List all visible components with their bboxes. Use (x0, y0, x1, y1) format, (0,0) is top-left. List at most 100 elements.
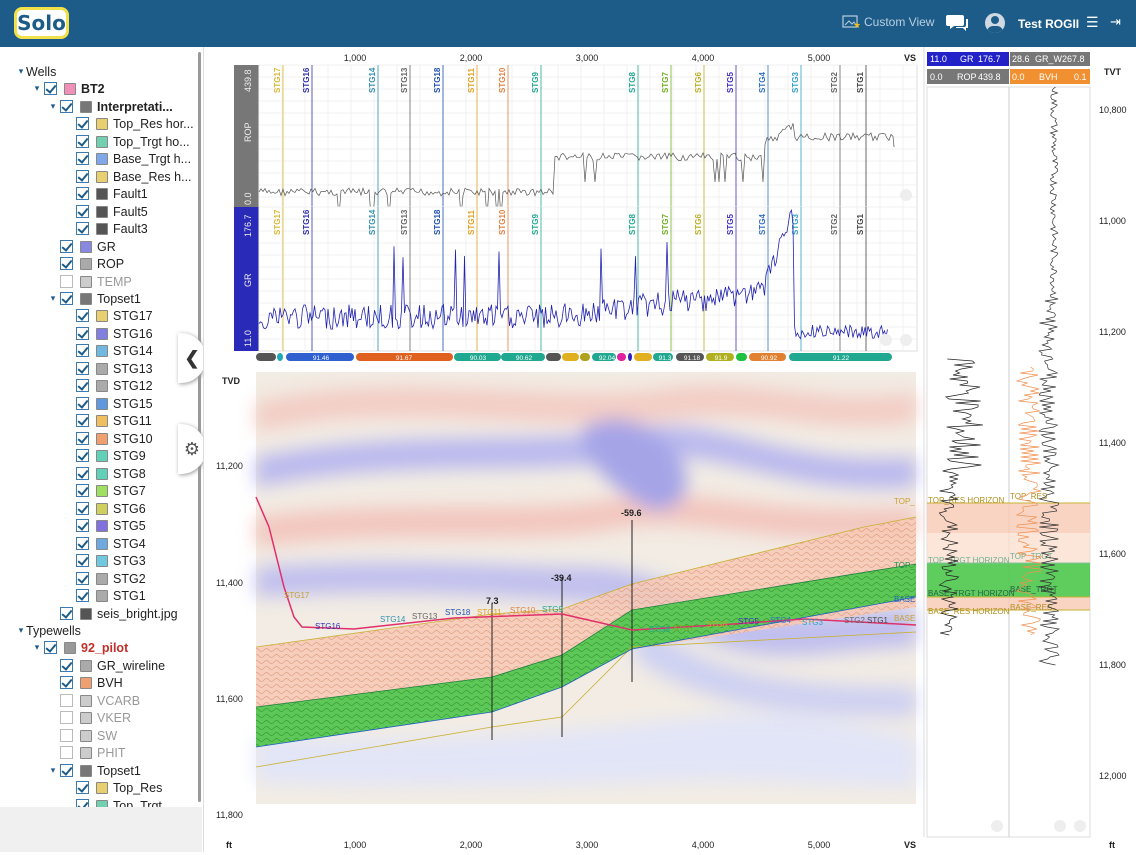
tree-node[interactable]: GR_wireline (48, 657, 165, 674)
dip-segment[interactable] (628, 353, 632, 361)
node-checkbox[interactable] (44, 82, 57, 95)
tree-node[interactable]: TEMP (48, 273, 132, 290)
tree-scrollbar[interactable] (198, 52, 201, 802)
custom-view-button[interactable]: ★ Custom View (842, 15, 934, 29)
node-checkbox[interactable] (76, 379, 89, 392)
tree-node[interactable]: STG8 (64, 465, 146, 482)
gr-zoom-in-button[interactable] (900, 334, 912, 346)
node-checkbox[interactable] (76, 799, 89, 807)
expand-toggle-icon[interactable]: ▾ (48, 101, 58, 112)
tree-node[interactable]: Base_Res h... (64, 168, 192, 185)
solo-logo[interactable]: Solo (14, 7, 69, 39)
node-checkbox[interactable] (76, 467, 89, 480)
expand-toggle-icon[interactable]: ▾ (32, 83, 42, 94)
node-checkbox[interactable] (76, 537, 89, 550)
tree-node[interactable]: STG13 (64, 360, 153, 377)
node-checkbox[interactable] (76, 187, 89, 200)
node-checkbox[interactable] (60, 100, 73, 113)
expand-toggle-icon[interactable]: ▾ (16, 625, 26, 636)
chat-icon[interactable] (946, 13, 970, 33)
expand-toggle-icon[interactable]: ▾ (48, 293, 58, 304)
node-checkbox[interactable] (76, 781, 89, 794)
gr-zoom-out-button[interactable] (880, 334, 892, 346)
node-checkbox[interactable] (76, 327, 89, 340)
tree-node[interactable]: STG1 (64, 587, 146, 604)
tree-node[interactable]: STG15 (64, 395, 153, 412)
node-checkbox[interactable] (76, 449, 89, 462)
node-checkbox[interactable] (60, 607, 73, 620)
node-checkbox[interactable] (76, 117, 89, 130)
tree-node[interactable]: STG7 (64, 482, 146, 499)
geosteering-canvas[interactable]: 1,000 2,000 3,000 4,000 5,000 VS 439.8 ROP 0… (204, 47, 1136, 852)
tree-node[interactable]: ▾ Topset1 (48, 290, 141, 307)
tree-node[interactable]: Fault3 (64, 220, 148, 237)
node-checkbox[interactable] (60, 764, 73, 777)
node-checkbox[interactable] (60, 676, 73, 689)
node-checkbox[interactable] (60, 711, 73, 724)
expand-toggle-icon[interactable]: ▾ (48, 765, 58, 776)
dip-segments-bar[interactable]: 91.46 91.67 90.03 90.62 92.04 91.3 91.18 91.9 90… (256, 353, 892, 362)
tree-node[interactable]: ▾ Typewells (16, 622, 81, 639)
tree-node[interactable]: STG5 (64, 517, 146, 534)
tree-node[interactable]: STG6 (64, 500, 146, 517)
node-checkbox[interactable] (76, 135, 89, 148)
user-name[interactable]: Test ROGII (1018, 17, 1079, 31)
node-checkbox[interactable] (76, 205, 89, 218)
dip-segment[interactable] (562, 353, 579, 361)
node-checkbox[interactable] (60, 659, 73, 672)
tw-zoom-left-button[interactable] (991, 820, 1003, 832)
node-checkbox[interactable] (60, 240, 73, 253)
tree-node[interactable]: Top_Res hor... (64, 115, 194, 132)
node-checkbox[interactable] (76, 572, 89, 585)
tree-node[interactable]: STG11 (64, 412, 152, 429)
tree-node[interactable]: STG16 (64, 325, 153, 342)
tree-node[interactable]: ROP (48, 255, 124, 272)
rop-zoom-button[interactable] (900, 189, 912, 201)
node-checkbox[interactable] (76, 414, 89, 427)
tree-node[interactable]: Fault5 (64, 203, 148, 220)
tree-node[interactable]: Fault1 (64, 185, 148, 202)
tree-node[interactable]: STG2 (64, 570, 146, 587)
tree-node[interactable]: PHIT (48, 744, 125, 761)
dip-segment[interactable] (256, 353, 276, 361)
dip-segment[interactable] (277, 353, 283, 361)
dip-segment[interactable] (617, 353, 626, 361)
tree-node[interactable]: Top_Trgt ho... (64, 133, 190, 150)
node-checkbox[interactable] (76, 344, 89, 357)
tree-node[interactable]: STG14 (64, 342, 153, 359)
node-checkbox[interactable] (76, 222, 89, 235)
node-checkbox[interactable] (76, 589, 89, 602)
node-checkbox[interactable] (60, 729, 73, 742)
node-checkbox[interactable] (60, 694, 73, 707)
node-checkbox[interactable] (76, 397, 89, 410)
tree-node[interactable]: Base_Trgt h... (64, 150, 191, 167)
tree-node[interactable]: GR (48, 238, 116, 255)
node-checkbox[interactable] (76, 362, 89, 375)
tw-zoom-out-button[interactable] (1074, 820, 1086, 832)
node-checkbox[interactable] (60, 257, 73, 270)
tree-node[interactable]: VKER (48, 709, 131, 726)
tree-node[interactable]: STG12 (64, 377, 153, 394)
node-checkbox[interactable] (60, 292, 73, 305)
tree-node[interactable]: Top_Res (64, 779, 162, 796)
tree-node[interactable]: STG4 (64, 535, 146, 552)
dip-segment[interactable] (546, 353, 561, 361)
node-checkbox[interactable] (60, 746, 73, 759)
tree-node[interactable]: ▾ Interpretati... (48, 98, 173, 115)
tree-node[interactable]: VCARB (48, 692, 140, 709)
node-checkbox[interactable] (76, 309, 89, 322)
node-checkbox[interactable] (76, 432, 89, 445)
tree-node[interactable]: ▾ BT2 (32, 80, 105, 97)
node-checkbox[interactable] (76, 152, 89, 165)
expand-toggle-icon[interactable]: ▾ (16, 66, 26, 77)
node-checkbox[interactable] (76, 170, 89, 183)
menu-icon[interactable]: ☰ (1086, 14, 1099, 31)
node-checkbox[interactable] (76, 502, 89, 515)
tree-node[interactable]: SW (48, 727, 117, 744)
tree-node[interactable]: STG10 (64, 430, 153, 447)
user-avatar[interactable] (985, 13, 1005, 33)
node-checkbox[interactable] (44, 641, 57, 654)
expand-toggle-icon[interactable]: ▾ (32, 642, 42, 653)
logout-icon[interactable]: ⇥ (1110, 14, 1121, 30)
dip-segment[interactable] (736, 353, 747, 361)
